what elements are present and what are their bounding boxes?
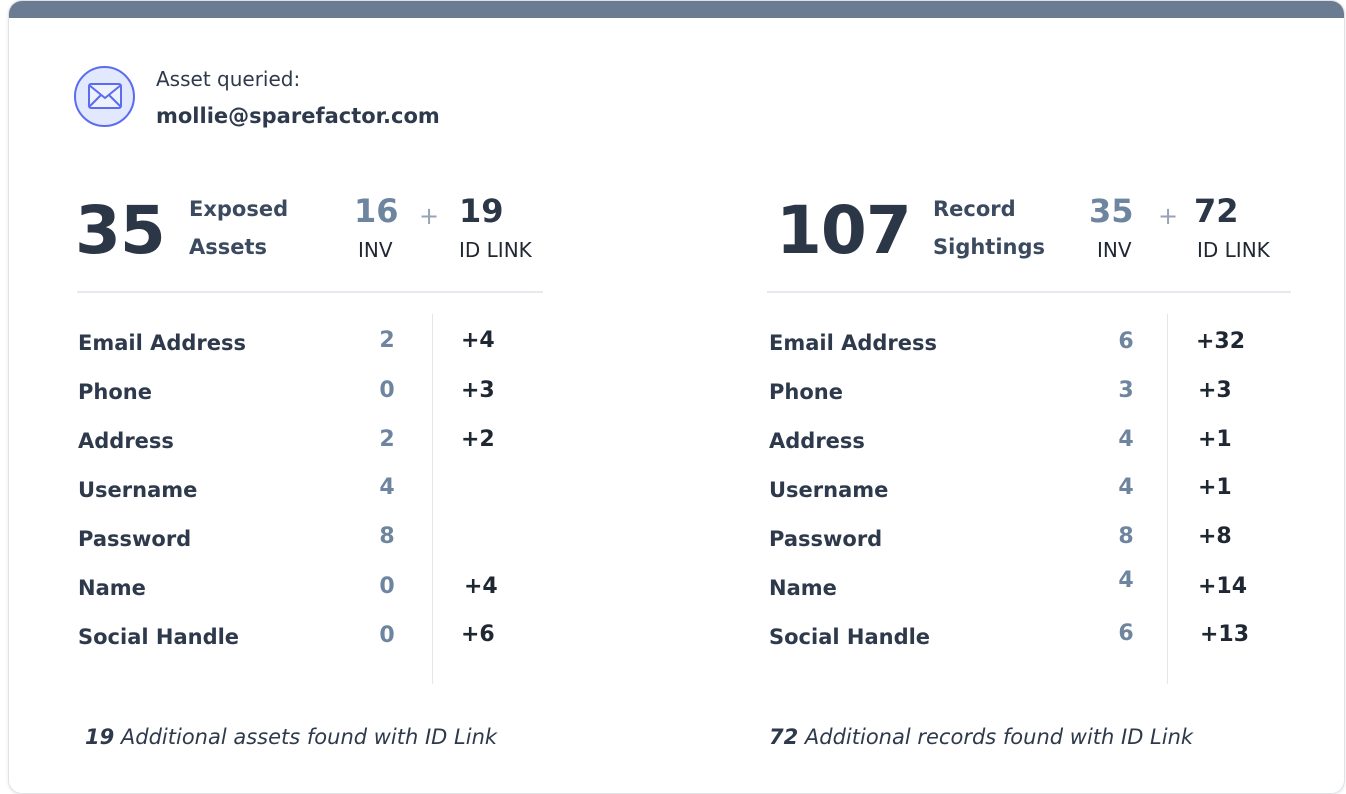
- exposed-inv-caption: INV: [358, 238, 393, 262]
- exposed-divider: [77, 291, 543, 293]
- records-row-label: Address: [769, 429, 865, 453]
- records-row-label: Email Address: [769, 331, 938, 355]
- exposed-footer-count: 19: [85, 725, 115, 749]
- records-row-inv: 3: [1118, 378, 1134, 403]
- exposed-id-caption: ID LINK: [459, 238, 532, 262]
- records-row-id: +13: [1200, 622, 1250, 647]
- records-row-inv: 8: [1118, 524, 1134, 549]
- records-row-inv: 4: [1118, 475, 1134, 500]
- records-label-line2: Sightings: [933, 235, 1046, 259]
- exposed-row-label: Phone: [78, 380, 152, 404]
- exposed-row-inv: 0: [379, 574, 395, 599]
- records-row-id: +14: [1198, 574, 1248, 599]
- exposed-row-inv: 2: [379, 328, 395, 353]
- records-label-line1: Record: [933, 197, 1016, 221]
- records-column-divider: [1167, 314, 1168, 684]
- exposed-footer-text: Additional assets found with ID Link: [114, 725, 498, 749]
- records-id-count: 72: [1194, 192, 1239, 230]
- records-inv-caption: INV: [1097, 238, 1132, 262]
- exposed-row-label: Address: [78, 429, 174, 453]
- records-id-caption: ID LINK: [1197, 238, 1270, 262]
- exposed-id-count: 19: [459, 192, 504, 230]
- exposed-row-id: +6: [461, 622, 495, 647]
- exposure-summary-card: Asset queried: mollie@sparefactor.com 35…: [8, 0, 1345, 794]
- records-row-id: +8: [1198, 524, 1232, 549]
- envelope-icon: [74, 66, 135, 127]
- asset-queried-label: Asset queried:: [156, 67, 301, 91]
- exposed-row-label: Social Handle: [78, 625, 240, 649]
- exposed-inv-count: 16: [354, 192, 399, 230]
- exposed-footer-note: 19 Additional assets found with ID Link: [85, 725, 497, 749]
- records-row-id: +1: [1198, 475, 1232, 500]
- exposed-row-label: Password: [78, 527, 192, 551]
- exposed-row-inv: 8: [379, 524, 395, 549]
- exposed-row-label: Email Address: [78, 331, 247, 355]
- records-row-label: Name: [769, 576, 837, 600]
- exposed-plus: +: [419, 202, 440, 230]
- exposed-row-label: Name: [78, 576, 146, 600]
- records-row-label: Username: [769, 478, 889, 502]
- records-footer-note: 72 Additional records found with ID Link: [769, 725, 1193, 749]
- records-row-inv: 6: [1118, 621, 1134, 646]
- records-plus: +: [1158, 202, 1179, 230]
- records-footer-text: Additional records found with ID Link: [798, 725, 1194, 749]
- exposed-row-label: Username: [78, 478, 198, 502]
- records-row-label: Password: [769, 527, 883, 551]
- records-row-inv: 6: [1118, 329, 1134, 354]
- records-row-id: +1: [1198, 427, 1232, 452]
- records-row-label: Social Handle: [769, 625, 931, 649]
- exposed-row-id: +4: [464, 574, 498, 599]
- exposed-label-line2: Assets: [189, 235, 268, 259]
- records-row-id: +32: [1196, 329, 1246, 354]
- exposed-row-id: +3: [461, 378, 495, 403]
- exposed-row-inv: 0: [379, 378, 395, 403]
- records-total: 107: [776, 192, 912, 269]
- exposed-row-id: +4: [461, 328, 495, 353]
- exposed-column-divider: [432, 314, 433, 684]
- exposed-row-inv: 4: [379, 475, 395, 500]
- exposed-row-id: +2: [461, 427, 495, 452]
- exposed-row-inv: 0: [379, 623, 395, 648]
- exposed-row-inv: 2: [379, 427, 395, 452]
- records-row-inv: 4: [1118, 427, 1134, 452]
- records-divider: [767, 291, 1291, 293]
- records-inv-count: 35: [1089, 192, 1134, 230]
- records-footer-count: 72: [769, 725, 799, 749]
- records-row-label: Phone: [769, 380, 843, 404]
- records-row-inv: 4: [1118, 568, 1134, 593]
- exposed-label-line1: Exposed: [189, 197, 289, 221]
- asset-queried-value: mollie@sparefactor.com: [156, 104, 440, 128]
- exposed-total: 35: [75, 192, 166, 269]
- records-row-id: +3: [1198, 378, 1232, 403]
- card-top-bar: [9, 1, 1344, 18]
